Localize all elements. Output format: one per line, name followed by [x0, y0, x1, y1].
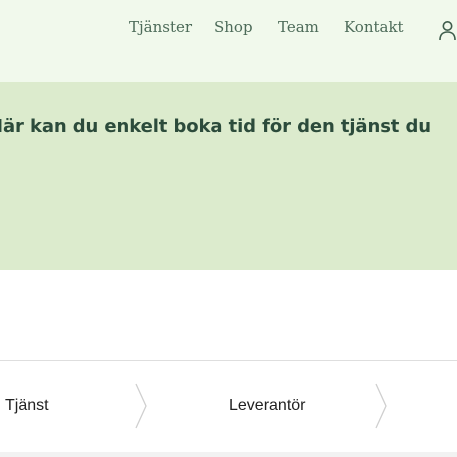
booking-steps: Tjänst Leverantör: [0, 360, 457, 454]
user-icon[interactable]: [438, 19, 457, 41]
nav-link-tjanster[interactable]: Tjänster: [129, 18, 192, 36]
top-navigation-bar: Tjänster Shop Team Kontakt: [0, 0, 457, 82]
nav-link-kontakt[interactable]: Kontakt: [344, 18, 404, 36]
step-tjanst[interactable]: Tjänst: [5, 397, 49, 415]
hero-heading: Här kan du enkelt boka tid för den tjäns…: [0, 116, 431, 137]
hero-banner: Här kan du enkelt boka tid för den tjäns…: [0, 82, 457, 270]
bottom-divider: [0, 452, 457, 457]
chevron-right-icon: [374, 383, 388, 429]
step-leverantor[interactable]: Leverantör: [229, 397, 306, 415]
nav-link-shop[interactable]: Shop: [214, 18, 253, 36]
nav-link-team[interactable]: Team: [278, 18, 319, 36]
chevron-right-icon: [134, 383, 148, 429]
